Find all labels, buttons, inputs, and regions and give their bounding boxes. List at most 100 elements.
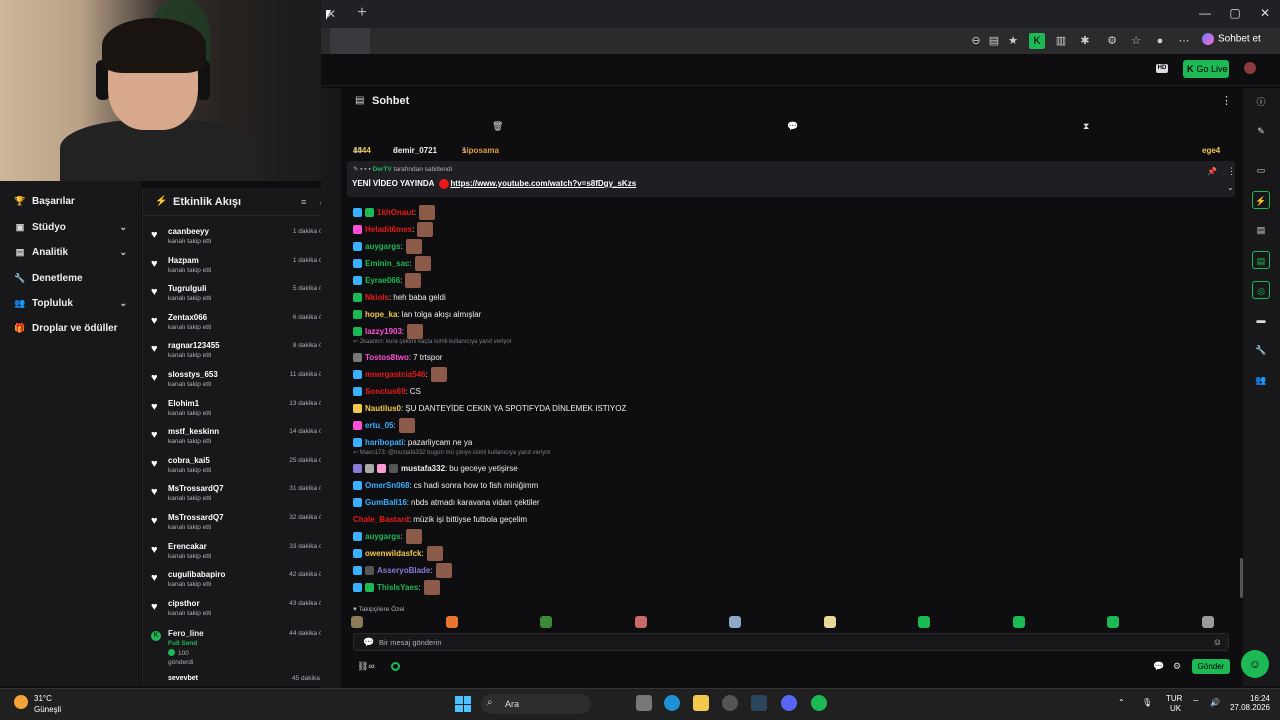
target-icon[interactable]: ◎ <box>1252 281 1270 299</box>
emote-icon[interactable] <box>729 616 741 628</box>
chat-message[interactable]: Nkiols: heh baba geldi <box>353 289 446 305</box>
info-icon[interactable]: ⓘ <box>1252 93 1270 111</box>
chat-message[interactable]: Heladit6mes: <box>353 221 434 237</box>
sidebar-item-3[interactable]: ▤ Analitik ⌄ <box>0 240 141 264</box>
chat-message[interactable]: Eyrae066: <box>353 272 422 288</box>
discord-icon[interactable] <box>781 695 797 711</box>
profile-icon[interactable]: ● <box>1152 33 1168 49</box>
feed-item[interactable]: ♥ cipsthor kanalı takip etti 43 dakika önce <box>143 596 340 625</box>
chat-message[interactable]: ertu_05: <box>353 417 415 433</box>
volume-icon[interactable]: 🔊 <box>1210 698 1220 707</box>
pin-icon[interactable]: 📌 <box>1207 167 1217 176</box>
chat-bubble-icon[interactable]: 💬 <box>787 121 798 132</box>
hourglass-icon[interactable]: ⧗ <box>1083 121 1089 132</box>
new-tab-button[interactable]: + <box>354 5 370 21</box>
points-icon[interactable]: ⛓∞ <box>357 661 375 672</box>
chat-message[interactable]: OmerSn068: cs hadi sonra how to fish mini… <box>353 477 538 493</box>
emote-icon[interactable] <box>823 616 836 628</box>
chat-message[interactable]: GumBall16: nbds atmadı karavana vidarı çe… <box>353 494 540 510</box>
chat-message[interactable]: haribopati: pazarliycam ne ya <box>353 434 472 450</box>
chat-message[interactable]: Chale_Bastard: müzik işi bittiyse futbola… <box>353 511 527 527</box>
feed-item[interactable]: ♥ mstf_keskinn kanalı takip etti 14 dakika … <box>143 424 340 453</box>
chat-rail-icon[interactable]: ▤ <box>1252 251 1270 269</box>
emote-icon[interactable] <box>445 616 458 628</box>
extension-kick-icon[interactable]: K <box>1029 33 1045 49</box>
performance-icon[interactable]: ⚙ <box>1104 33 1120 49</box>
maximize-button[interactable]: ▢ <box>1220 6 1250 20</box>
chat-message[interactable]: Nautilus0: ŞU DANTEYİDE CEKIN YA SPOTIFYD… <box>353 400 626 416</box>
emote-icon[interactable] <box>1012 616 1025 628</box>
feed-item[interactable]: ♥ MsTrossardQ7 kanalı takip etti 32 dakika … <box>143 510 340 539</box>
spotify-icon[interactable] <box>811 695 827 711</box>
gear-icon[interactable]: ⚙ <box>1173 661 1181 672</box>
mic-icon[interactable]: 🎙 <box>1142 698 1152 707</box>
activity-icon[interactable]: ⚡ <box>1252 191 1270 209</box>
feed-item[interactable]: ♥ Hazpam kanalı takip etti 1 dakika önce <box>143 253 340 282</box>
feed-item[interactable]: ♥ Zentax066 kanalı takip etti 6 dakika önce <box>143 310 340 339</box>
users-icon[interactable]: 👥 <box>1252 371 1270 389</box>
chevron-up-icon[interactable]: ⌃ <box>1118 698 1125 707</box>
emote-icon[interactable] <box>1107 616 1119 628</box>
emoji-icon[interactable]: ☺ <box>1213 637 1222 647</box>
sidebar-item-6[interactable]: 🎁 Droplar ve ödüller <box>0 316 141 340</box>
extension-twitch-icon[interactable]: ▥ <box>1053 33 1069 49</box>
chat-message[interactable]: ThisIsYaes: <box>353 579 440 595</box>
edge-icon[interactable] <box>664 695 680 711</box>
pinned-more-icon[interactable]: ⋮ <box>1227 166 1236 177</box>
support-chat-icon[interactable]: ☺ <box>1241 650 1269 678</box>
reply-context[interactable]: ↩ Maen173: @mustafa332 bugün mü çıkıyo i… <box>353 449 551 456</box>
chat-message[interactable]: Eminin_sac: <box>353 255 431 271</box>
feed-item[interactable]: ♥ slosstys_653 kanalı takip etti 11 dakika … <box>143 367 340 396</box>
channel-points-icon[interactable] <box>391 662 400 671</box>
feed-item[interactable]: ♥ cobra_kai5 kanalı takip etti 25 dakika ön… <box>143 453 340 482</box>
chat-message[interactable]: mustafa332: bu geceye yetişirse <box>353 460 518 476</box>
task-view-icon[interactable] <box>636 695 652 711</box>
chat-message[interactable]: auygargs: <box>353 238 422 254</box>
emote-icon[interactable] <box>351 616 363 628</box>
bookmark-star-icon[interactable]: ★ <box>1005 33 1021 49</box>
taskbar-search[interactable]: ⌕ Ara <box>481 694 591 714</box>
chat-message[interactable]: Tostos8two:7 trtspor <box>353 349 442 365</box>
omnibox[interactable] <box>330 28 370 54</box>
sidebar-item-4[interactable]: 🔧 Denetleme <box>0 266 141 290</box>
chat-message[interactable]: lazzy1903: <box>353 323 424 339</box>
chat-message[interactable]: hope_ka: lan tolga akışı almışlar <box>353 306 481 322</box>
feed-item[interactable]: ♥ Tugrulguli kanalı takip etti 5 dakika önc… <box>143 281 340 310</box>
chat-message[interactable]: auygargs: <box>353 528 422 544</box>
avatar[interactable] <box>1244 62 1256 74</box>
trash-icon[interactable]: 🗑 <box>492 121 503 132</box>
zoom-icon[interactable]: ⊖ <box>968 33 984 49</box>
windows-start-icon[interactable] <box>455 696 471 712</box>
edit-icon[interactable]: ✎ <box>1252 122 1270 140</box>
app-icon[interactable] <box>722 695 738 711</box>
menu-dots-icon[interactable]: ⋯ <box>1176 33 1192 49</box>
sidebar-item-5[interactable]: 👥 Topluluk ⌄ <box>0 291 141 315</box>
minimize-button[interactable]: — <box>1190 6 1220 20</box>
filter-icon[interactable]: ≡ <box>301 197 306 207</box>
feed-item-gift[interactable]: K Fero_line Full Send 100 gönderdi 44 da… <box>143 626 340 676</box>
feed-item[interactable]: ♥ ragnar123455 kanalı takip etti 8 dakika ö… <box>143 338 340 367</box>
folder-icon[interactable] <box>693 695 709 711</box>
sidebar-item-2[interactable]: ▣ Stüdyo ⌄ <box>0 215 141 239</box>
stream-icon[interactable]: ▭ <box>1252 161 1270 179</box>
copilot-chat-button[interactable]: Sohbet et <box>1202 33 1261 45</box>
extensions-icon[interactable]: ✱ <box>1077 33 1093 49</box>
go-live-button[interactable]: K Go Live <box>1183 60 1229 78</box>
chat-more-icon[interactable]: ⋮ <box>1221 94 1232 107</box>
pinned-link[interactable]: https://www.youtube.com/watch?v=s8fDgy_s… <box>450 179 636 188</box>
box-icon[interactable]: ▬ <box>1252 311 1270 329</box>
send-button[interactable]: Gönder <box>1192 659 1230 674</box>
chat-message[interactable]: AsseryoBlade: <box>353 562 452 578</box>
emote-icon[interactable] <box>540 616 552 628</box>
chat-bubble-icon[interactable]: 💬 <box>1153 661 1164 672</box>
emote-icon[interactable] <box>918 616 930 628</box>
wrench-icon[interactable]: 🔧 <box>1252 341 1270 359</box>
emote-icon[interactable] <box>1201 616 1214 628</box>
steam-icon[interactable] <box>751 695 767 711</box>
reader-icon[interactable]: ▤ <box>986 33 1002 49</box>
wifi-icon[interactable]: ⌔ <box>1192 698 1200 708</box>
feed-item[interactable]: ♥ caanbeeyy kanalı takip etti 1 dakika önce <box>143 224 340 253</box>
list-icon[interactable]: ▤ <box>1252 221 1270 239</box>
clock[interactable]: 16:24 27.08.2026 <box>1226 694 1270 712</box>
chat-message[interactable]: mnergastcia546: <box>353 366 447 382</box>
